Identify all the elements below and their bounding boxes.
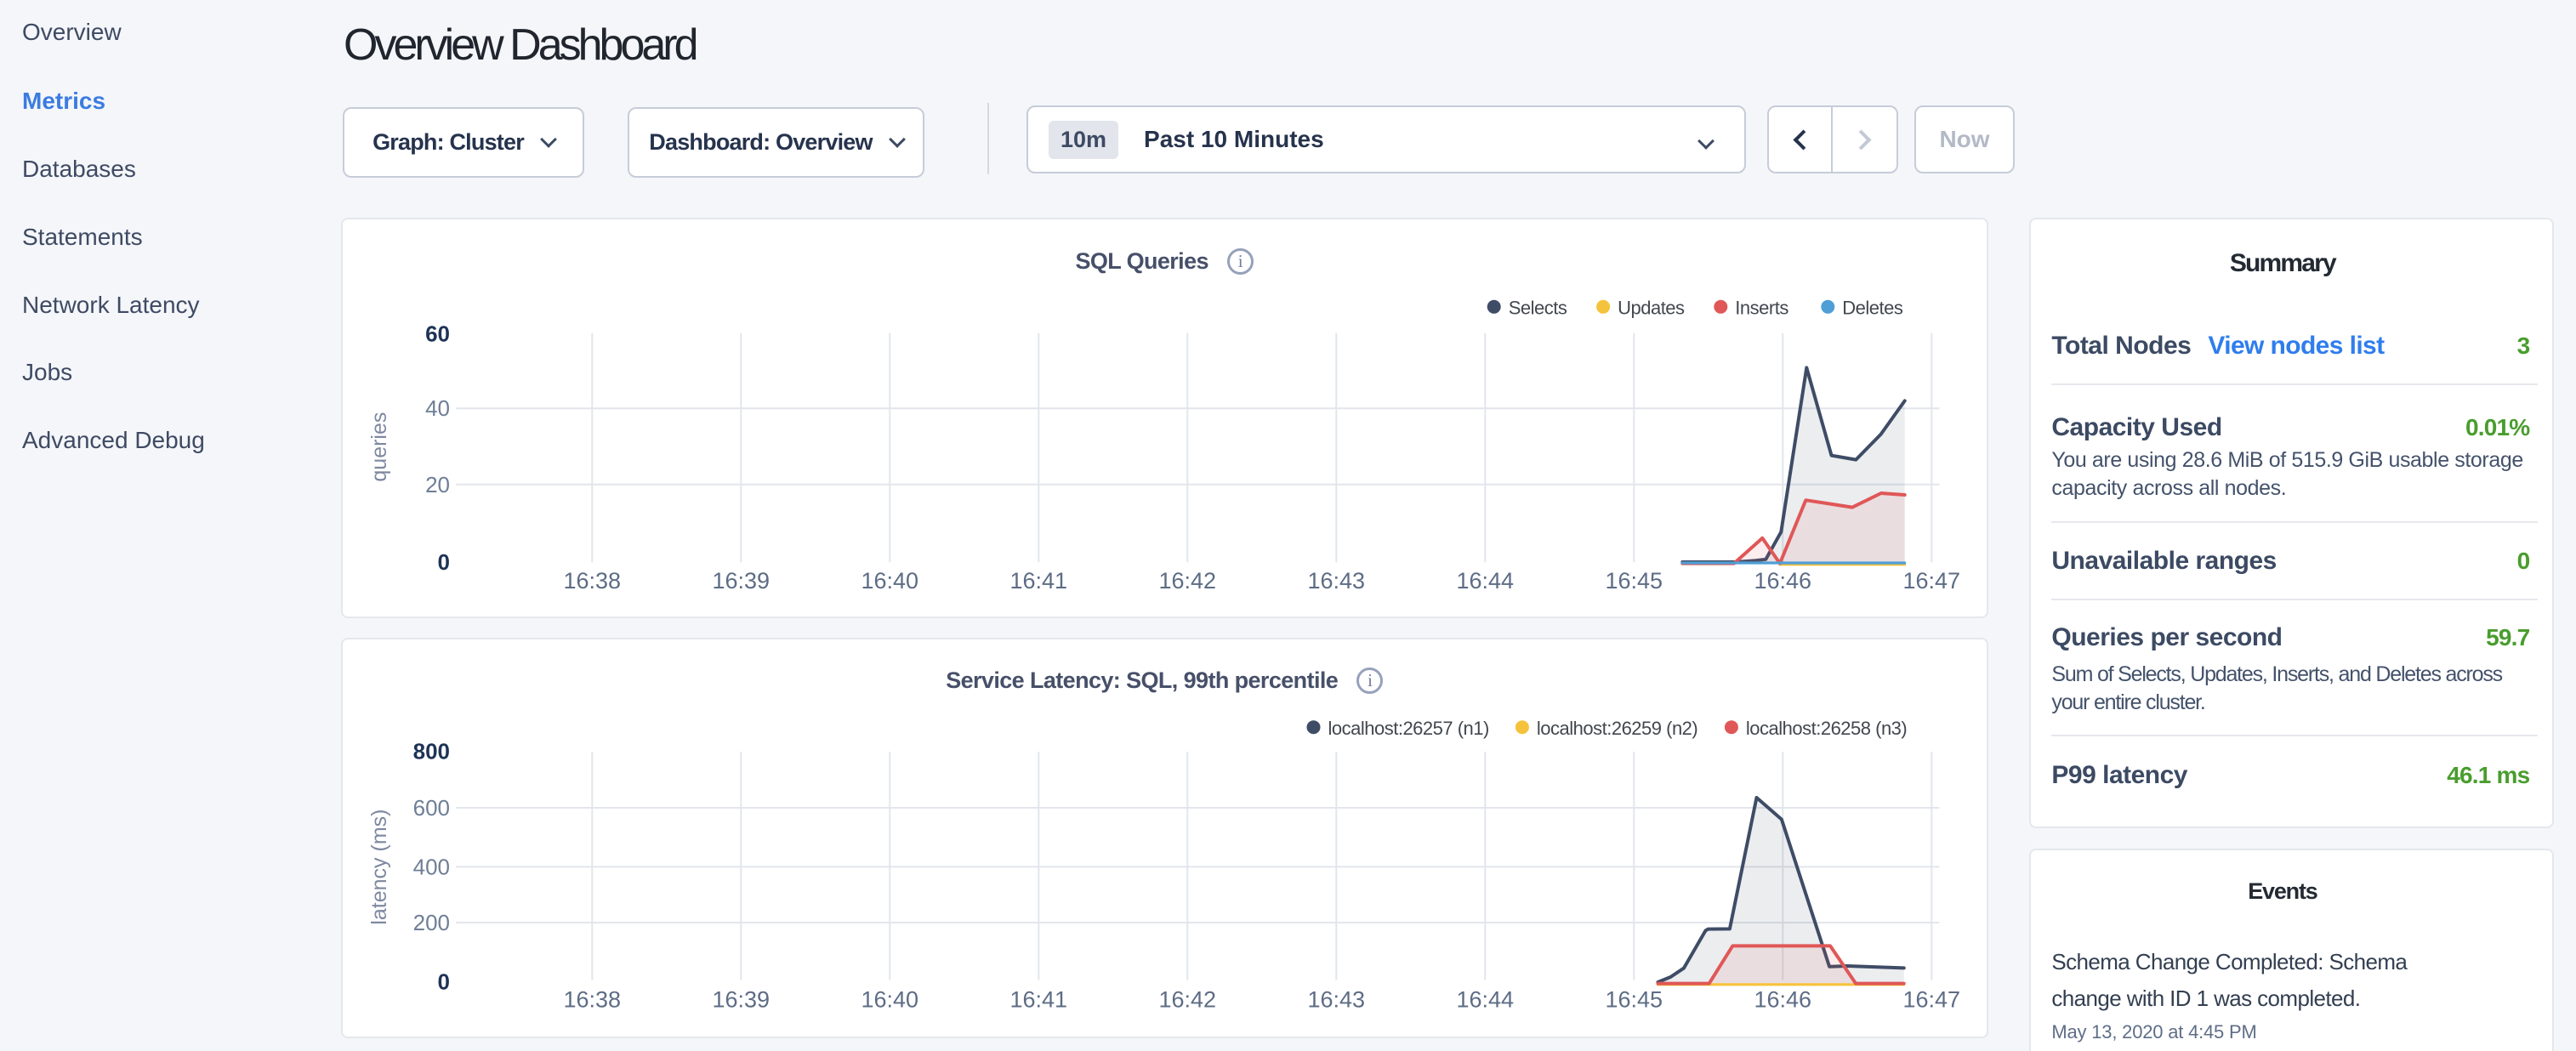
svg-text:16:47: 16:47 xyxy=(1902,568,1960,594)
svg-text:20: 20 xyxy=(425,472,450,497)
svg-text:16:41: 16:41 xyxy=(1009,986,1067,1012)
svg-text:16:45: 16:45 xyxy=(1605,568,1663,594)
svg-text:16:41: 16:41 xyxy=(1009,568,1067,594)
svg-text:40: 40 xyxy=(425,395,450,421)
svg-text:localhost:26259 (n2): localhost:26259 (n2) xyxy=(1537,718,1697,739)
svg-text:16:39: 16:39 xyxy=(712,986,770,1012)
svg-text:latency (ms): latency (ms) xyxy=(367,810,391,925)
svg-text:16:47: 16:47 xyxy=(1902,986,1960,1012)
svg-text:16:44: 16:44 xyxy=(1456,986,1514,1012)
svg-text:0: 0 xyxy=(437,549,449,575)
svg-text:16:40: 16:40 xyxy=(861,986,918,1012)
svg-text:600: 600 xyxy=(412,795,449,821)
svg-text:16:45: 16:45 xyxy=(1605,986,1663,1012)
svg-text:16:42: 16:42 xyxy=(1158,986,1216,1012)
svg-text:queries: queries xyxy=(367,412,391,482)
svg-text:16:43: 16:43 xyxy=(1307,568,1365,594)
svg-text:16:38: 16:38 xyxy=(563,568,621,594)
svg-text:16:39: 16:39 xyxy=(712,568,770,594)
svg-text:400: 400 xyxy=(412,854,449,879)
svg-text:200: 200 xyxy=(412,910,449,935)
svg-text:Deletes: Deletes xyxy=(1842,297,1903,318)
svg-text:800: 800 xyxy=(412,738,449,764)
svg-text:Updates: Updates xyxy=(1618,297,1685,318)
svg-text:16:44: 16:44 xyxy=(1456,568,1514,594)
svg-text:localhost:26257 (n1): localhost:26257 (n1) xyxy=(1328,718,1488,739)
svg-text:16:38: 16:38 xyxy=(563,986,621,1012)
svg-text:localhost:26258 (n3): localhost:26258 (n3) xyxy=(1746,718,1907,739)
svg-text:16:46: 16:46 xyxy=(1754,568,1811,594)
svg-text:0: 0 xyxy=(437,969,449,995)
svg-text:16:43: 16:43 xyxy=(1307,986,1365,1012)
svg-text:16:40: 16:40 xyxy=(861,568,918,594)
svg-text:Selects: Selects xyxy=(1508,297,1567,318)
svg-text:16:46: 16:46 xyxy=(1754,986,1811,1012)
svg-text:Inserts: Inserts xyxy=(1735,297,1788,318)
svg-text:60: 60 xyxy=(425,321,450,347)
svg-text:16:42: 16:42 xyxy=(1158,568,1216,594)
